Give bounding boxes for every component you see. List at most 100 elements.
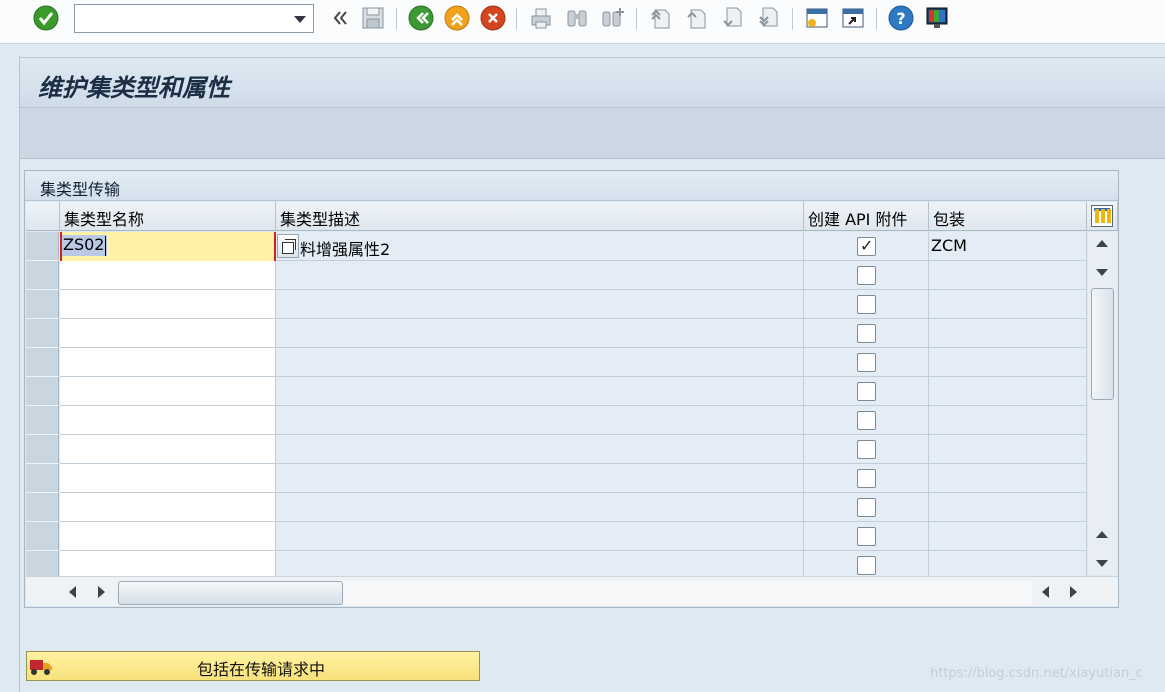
toolbar-separator (636, 8, 637, 30)
toolbar-separator (792, 8, 793, 30)
package-cell (929, 464, 1087, 493)
row-selector[interactable] (26, 406, 59, 435)
scroll-up-icon[interactable] (1096, 240, 1108, 247)
create-api-checkbox[interactable] (857, 353, 876, 372)
set-type-name-cell[interactable] (60, 348, 276, 377)
create-api-cell (804, 232, 929, 261)
set-type-name-input[interactable]: ZS02 (60, 232, 276, 261)
toolbar-separator (876, 8, 877, 30)
row-selector[interactable] (26, 377, 59, 406)
column-header-api[interactable]: 创建 API 附件 (804, 202, 929, 231)
row-selector[interactable] (26, 493, 59, 522)
set-type-desc-cell (276, 493, 804, 522)
row-selector[interactable] (26, 464, 59, 493)
scroll-thumb[interactable] (118, 581, 343, 605)
scroll-down-icon[interactable] (1096, 269, 1108, 276)
create-api-cell (804, 406, 929, 435)
set-type-desc-cell (276, 290, 804, 319)
page-down-icon[interactable] (1096, 560, 1108, 567)
customize-layout-icon[interactable] (924, 5, 950, 31)
set-type-desc-cell (276, 464, 804, 493)
set-type-name-cell[interactable] (60, 464, 276, 493)
row-selector[interactable] (26, 348, 59, 377)
column-header-desc[interactable]: 集类型描述 (276, 202, 804, 231)
row-selector[interactable] (26, 232, 59, 261)
set-type-desc-cell (276, 406, 804, 435)
set-type-name-cell[interactable] (60, 377, 276, 406)
find-next-icon[interactable] (600, 5, 626, 31)
first-page-icon[interactable] (648, 5, 674, 31)
chevron-down-icon[interactable] (294, 16, 306, 23)
scroll-left-icon[interactable] (69, 586, 76, 598)
scroll-right-icon[interactable] (1070, 586, 1077, 598)
previous-page-icon[interactable] (684, 5, 710, 31)
back-double-icon[interactable] (326, 5, 352, 31)
scroll-right-icon[interactable] (98, 586, 105, 598)
print-icon[interactable] (528, 5, 554, 31)
create-api-checkbox[interactable] (857, 527, 876, 546)
create-api-checkbox[interactable] (857, 469, 876, 488)
vertical-scrollbar[interactable] (1088, 232, 1117, 575)
last-page-icon[interactable] (756, 5, 782, 31)
select-all-button[interactable] (26, 202, 60, 231)
button-label: 包括在传输请求中 (197, 660, 326, 679)
set-type-desc-cell (276, 522, 804, 551)
create-api-cell (804, 435, 929, 464)
help-icon[interactable]: ? (888, 5, 914, 31)
shortcut-icon[interactable] (840, 5, 866, 31)
row-selector[interactable] (26, 261, 59, 290)
cell-text: ZCM (931, 236, 967, 255)
command-field[interactable] (74, 4, 314, 33)
column-header-pkg[interactable]: 包装 (929, 202, 1087, 231)
row-selector[interactable] (26, 290, 59, 319)
save-icon[interactable] (360, 5, 386, 31)
set-type-name-cell[interactable] (60, 435, 276, 464)
scroll-left-icon[interactable] (1042, 586, 1049, 598)
set-type-name-value: ZS02 (63, 235, 105, 254)
svg-text:?: ? (896, 9, 905, 28)
row-selector[interactable] (26, 522, 59, 551)
cancel-icon[interactable] (480, 5, 506, 31)
column-header-name[interactable]: 集类型名称 (60, 202, 276, 231)
row-selector[interactable] (26, 319, 59, 348)
column-header-label: 包装 (933, 210, 966, 229)
enter-icon[interactable] (33, 5, 59, 31)
scroll-thumb[interactable] (1091, 288, 1114, 400)
create-api-checkbox[interactable] (857, 440, 876, 459)
back-icon[interactable] (408, 5, 434, 31)
create-api-cell (804, 493, 929, 522)
create-api-checkbox[interactable] (857, 236, 876, 256)
set-type-name-cell[interactable] (60, 406, 276, 435)
truck-icon (30, 660, 52, 675)
create-api-checkbox[interactable] (857, 266, 876, 285)
selected-text: ZS02 (62, 235, 108, 256)
page-up-icon[interactable] (1096, 531, 1108, 538)
set-type-name-cell[interactable] (60, 493, 276, 522)
application-toolbar (20, 107, 1165, 159)
package-cell (929, 493, 1087, 522)
include-in-transport-button[interactable]: 包括在传输请求中 (26, 651, 480, 681)
set-type-desc-cell: 料增强属性2 (276, 232, 804, 261)
horizontal-scrollbar[interactable] (26, 576, 1118, 606)
set-type-desc-cell (276, 435, 804, 464)
create-api-checkbox[interactable] (857, 295, 876, 314)
package-cell (929, 348, 1087, 377)
set-type-name-cell[interactable] (60, 522, 276, 551)
row-selector[interactable] (26, 435, 59, 464)
create-api-checkbox[interactable] (857, 556, 876, 575)
set-type-desc-cell (276, 377, 804, 406)
exit-icon[interactable] (444, 5, 470, 31)
create-api-checkbox[interactable] (857, 324, 876, 343)
create-api-checkbox[interactable] (857, 411, 876, 430)
set-type-name-cell[interactable] (60, 319, 276, 348)
create-api-checkbox[interactable] (857, 498, 876, 517)
package-cell (929, 406, 1087, 435)
value-help-icon[interactable] (277, 234, 299, 258)
column-config-icon[interactable] (1091, 205, 1113, 227)
find-icon[interactable] (564, 5, 590, 31)
next-page-icon[interactable] (720, 5, 746, 31)
set-type-name-cell[interactable] (60, 290, 276, 319)
create-api-checkbox[interactable] (857, 382, 876, 401)
new-session-icon[interactable] (804, 5, 830, 31)
set-type-name-cell[interactable] (60, 261, 276, 290)
